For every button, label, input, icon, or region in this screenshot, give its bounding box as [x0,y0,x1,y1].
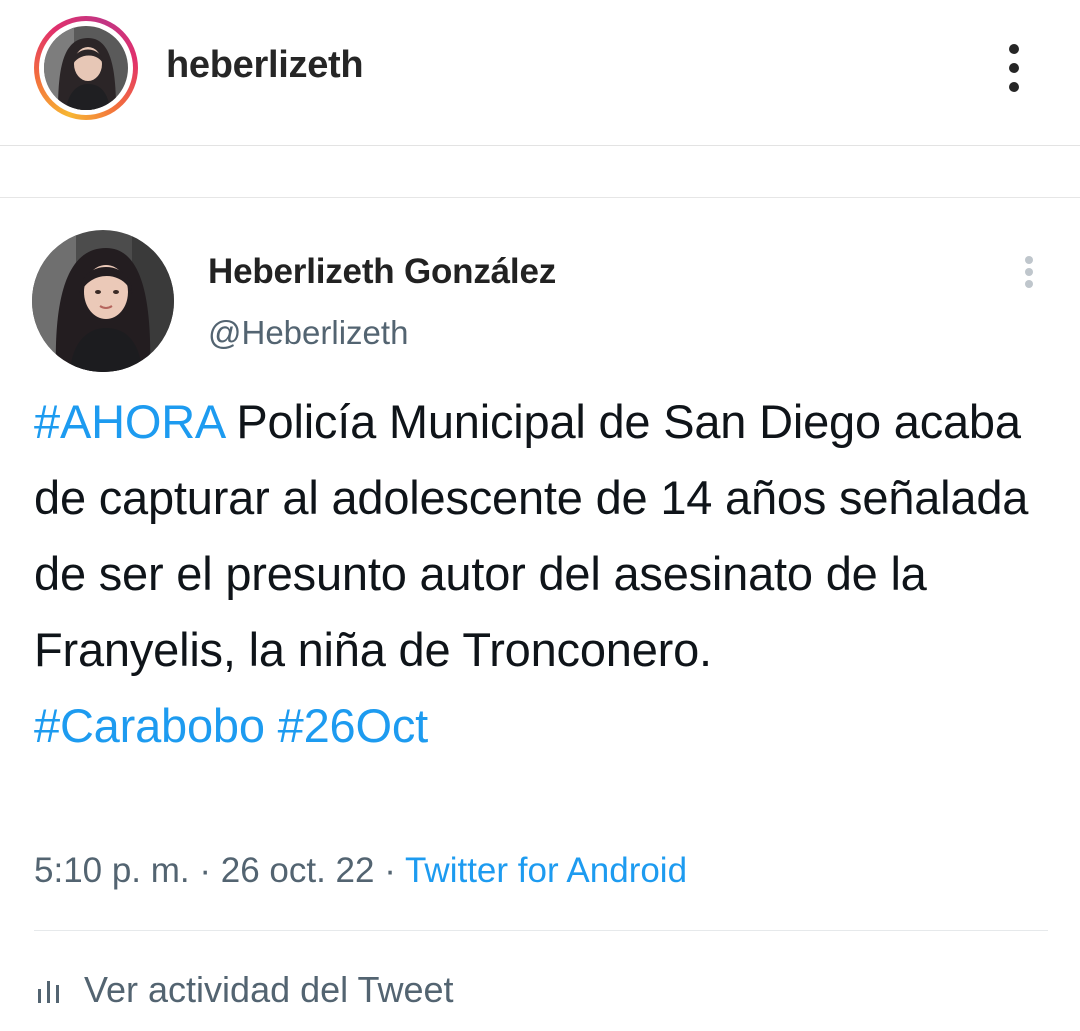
hashtag-ahora[interactable]: #AHORA [34,395,224,448]
hashtag-carabobo[interactable]: #Carabobo [34,699,265,752]
divider [34,930,1048,931]
bar-chart-icon [38,981,59,1003]
instagram-username[interactable]: heberlizeth [166,44,364,87]
tweet-more-icon[interactable] [1014,252,1044,292]
meta-separator: · [199,851,212,890]
post-spacer [0,146,1080,198]
instagram-post-header: heberlizeth [0,0,1080,146]
tweet-time[interactable]: 5:10 p. m. [34,851,190,890]
view-tweet-activity-button[interactable]: Ver actividad del Tweet [34,968,454,1012]
tweet-date[interactable]: 26 oct. 22 [221,851,375,890]
tweet-display-name[interactable]: Heberlizeth González [208,252,556,292]
activity-label: Ver actividad del Tweet [84,969,454,1010]
tweet-avatar[interactable] [32,230,174,372]
hashtag-26oct[interactable]: #26Oct [278,699,429,752]
story-ring[interactable] [34,16,138,120]
tweet-handle[interactable]: @Heberlizeth [208,314,408,352]
tweet-card: Heberlizeth González @Heberlizeth #AHORA… [0,198,1080,1031]
tweet-meta: 5:10 p. m. · 26 oct. 22 · Twitter for An… [34,851,687,891]
tweet-text: #AHORA Policía Municipal de San Diego ac… [34,384,1054,764]
vertical-ellipsis-icon[interactable] [992,40,1036,96]
meta-separator: · [384,851,396,890]
instagram-avatar[interactable] [44,26,128,110]
tweet-source[interactable]: Twitter for Android [405,851,687,890]
